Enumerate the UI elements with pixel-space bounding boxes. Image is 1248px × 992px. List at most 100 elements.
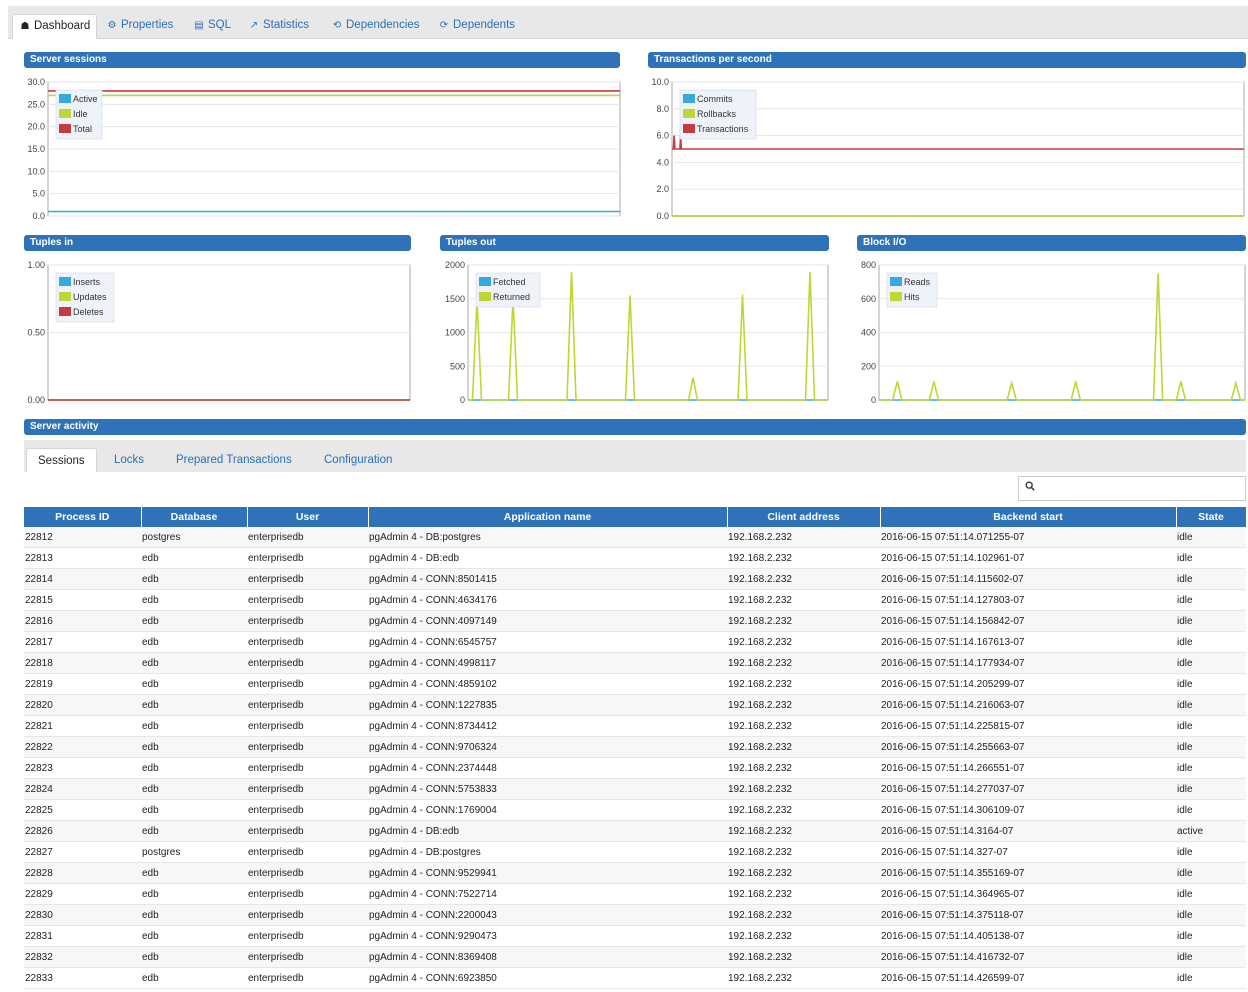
table-cell: edb xyxy=(141,715,247,737)
table-cell: pgAdmin 4 - CONN:2374448 xyxy=(368,757,727,779)
activity-search[interactable] xyxy=(1018,476,1246,501)
table-cell: 192.168.2.232 xyxy=(727,631,880,653)
legend-swatch xyxy=(59,292,71,301)
table-row[interactable]: 22831 edb enterprisedb pgAdmin 4 - CONN:929… xyxy=(24,925,1246,947)
column-header[interactable]: Client address xyxy=(727,507,881,527)
table-cell: edb xyxy=(141,547,247,569)
cogs-icon: ⚙ xyxy=(107,20,117,31)
column-header[interactable]: Database xyxy=(141,507,248,527)
chart-tuples-in: 0.00 0.50 1.00 Inserts Updates Deletes xyxy=(24,255,414,409)
table-cell: active xyxy=(1176,820,1246,842)
table-cell: 22823 xyxy=(24,757,141,779)
table-cell: enterprisedb xyxy=(247,799,368,821)
table-cell: edb xyxy=(141,757,247,779)
column-header[interactable]: Application name xyxy=(368,507,728,527)
table-row[interactable]: 22824 edb enterprisedb pgAdmin 4 - CONN:575… xyxy=(24,778,1246,800)
table-row[interactable]: 22829 edb enterprisedb pgAdmin 4 - CONN:752… xyxy=(24,883,1246,905)
table-row[interactable]: 22816 edb enterprisedb pgAdmin 4 - CONN:409… xyxy=(24,610,1246,632)
table-cell: 2016-06-15 07:51:14.306109-07 xyxy=(880,799,1176,821)
tab-statistics[interactable]: ↗ Statistics xyxy=(248,14,309,38)
table-row[interactable]: 22818 edb enterprisedb pgAdmin 4 - CONN:499… xyxy=(24,652,1246,674)
line-chart-icon: ↗ xyxy=(249,20,259,31)
legend-swatch xyxy=(59,307,71,316)
tab-dashboard[interactable]: ☗ Dashboard xyxy=(12,14,98,39)
column-header[interactable]: Process ID xyxy=(24,507,142,527)
tab-dependents[interactable]: ⟳ Dependents xyxy=(438,14,515,38)
table-cell: 22818 xyxy=(24,652,141,674)
table-row[interactable]: 22821 edb enterprisedb pgAdmin 4 - CONN:873… xyxy=(24,715,1246,737)
table-cell: idle xyxy=(1176,568,1246,590)
table-row[interactable]: 22819 edb enterprisedb pgAdmin 4 - CONN:485… xyxy=(24,673,1246,695)
table-cell: pgAdmin 4 - CONN:8501415 xyxy=(368,568,727,590)
panel-title-tuples-out: Tuples out xyxy=(440,235,829,251)
table-cell: 22819 xyxy=(24,673,141,695)
column-header[interactable]: State xyxy=(1176,507,1247,527)
table-cell: pgAdmin 4 - CONN:1769004 xyxy=(368,799,727,821)
column-header[interactable]: User xyxy=(247,507,369,527)
legend-swatch xyxy=(683,94,695,103)
table-row[interactable]: 22813 edb enterprisedb pgAdmin 4 - DB:edb 19… xyxy=(24,547,1246,569)
y-tick-label: 400 xyxy=(861,328,876,338)
table-cell: enterprisedb xyxy=(247,778,368,800)
table-cell: enterprisedb xyxy=(247,694,368,716)
table-cell: 2016-06-15 07:51:14.216063-07 xyxy=(880,694,1176,716)
table-cell: idle xyxy=(1176,862,1246,884)
tab-sql[interactable]: ▤ SQL xyxy=(193,14,231,38)
table-cell: edb xyxy=(141,862,247,884)
table-cell: idle xyxy=(1176,757,1246,779)
tab-prepared-transactions[interactable]: Prepared Transactions xyxy=(176,448,292,472)
table-cell: edb xyxy=(141,925,247,947)
table-cell: pgAdmin 4 - CONN:8369408 xyxy=(368,946,727,968)
panel-title-server-sessions: Server sessions xyxy=(24,52,620,68)
y-tick-label: 2000 xyxy=(445,260,465,270)
table-cell: edb xyxy=(141,904,247,926)
chart-block-io: 0 200 400 600 800 Reads Hits xyxy=(857,255,1248,409)
table-cell: idle xyxy=(1176,652,1246,674)
table-cell: 192.168.2.232 xyxy=(727,527,880,548)
table-cell: enterprisedb xyxy=(247,925,368,947)
legend-swatch xyxy=(59,124,71,133)
table-cell: pgAdmin 4 - DB:postgres xyxy=(368,527,727,548)
table-row[interactable]: 22815 edb enterprisedb pgAdmin 4 - CONN:463… xyxy=(24,589,1246,611)
tab-label: Dashboard xyxy=(34,20,91,32)
y-tick-label: 0.0 xyxy=(32,211,45,221)
legend-swatch xyxy=(890,277,902,286)
table-cell: 22827 xyxy=(24,841,141,863)
table-row[interactable]: 22820 edb enterprisedb pgAdmin 4 - CONN:122… xyxy=(24,694,1246,716)
search-input[interactable] xyxy=(1041,479,1245,500)
table-row[interactable]: 22828 edb enterprisedb pgAdmin 4 - CONN:952… xyxy=(24,862,1246,884)
table-row[interactable]: 22814 edb enterprisedb pgAdmin 4 - CONN:850… xyxy=(24,568,1246,590)
table-cell: edb xyxy=(141,610,247,632)
tab-locks[interactable]: Locks xyxy=(114,448,144,472)
table-row[interactable]: 22833 edb enterprisedb pgAdmin 4 - CONN:692… xyxy=(24,967,1246,989)
table-row[interactable]: 22817 edb enterprisedb pgAdmin 4 - CONN:654… xyxy=(24,631,1246,653)
y-tick-label: 1500 xyxy=(445,294,465,304)
legend-swatch xyxy=(683,124,695,133)
tab-configuration[interactable]: Configuration xyxy=(324,448,392,472)
table-row[interactable]: 22830 edb enterprisedb pgAdmin 4 - CONN:220… xyxy=(24,904,1246,926)
table-row[interactable]: 22823 edb enterprisedb pgAdmin 4 - CONN:237… xyxy=(24,757,1246,779)
tab-sessions[interactable]: Sessions xyxy=(26,448,97,472)
panel-title-transactions-per-second: Transactions per second xyxy=(648,52,1246,68)
table-cell: 192.168.2.232 xyxy=(727,904,880,926)
table-cell: 22824 xyxy=(24,778,141,800)
table-cell: 2016-06-15 07:51:14.375118-07 xyxy=(880,904,1176,926)
table-cell: enterprisedb xyxy=(247,589,368,611)
table-cell: idle xyxy=(1176,946,1246,968)
table-cell: edb xyxy=(141,631,247,653)
table-row[interactable]: 22832 edb enterprisedb pgAdmin 4 - CONN:836… xyxy=(24,946,1246,968)
table-cell: 192.168.2.232 xyxy=(727,778,880,800)
table-cell: 192.168.2.232 xyxy=(727,694,880,716)
table-row[interactable]: 22822 edb enterprisedb pgAdmin 4 - CONN:970… xyxy=(24,736,1246,758)
tab-dependencies[interactable]: ⟲ Dependencies xyxy=(331,14,420,38)
table-row[interactable]: 22827 postgres enterprisedb pgAdmin 4 - DB:… xyxy=(24,841,1246,863)
table-row[interactable]: 22812 postgres enterprisedb pgAdmin 4 - DB:… xyxy=(24,527,1246,548)
column-header[interactable]: Backend start xyxy=(880,507,1177,527)
table-cell: enterprisedb xyxy=(247,736,368,758)
table-cell: pgAdmin 4 - CONN:2200043 xyxy=(368,904,727,926)
table-cell: edb xyxy=(141,967,247,989)
table-cell: idle xyxy=(1176,673,1246,695)
table-row[interactable]: 22826 edb enterprisedb pgAdmin 4 - DB:edb 19… xyxy=(24,820,1246,842)
tab-properties[interactable]: ⚙ Properties xyxy=(106,14,174,38)
table-row[interactable]: 22825 edb enterprisedb pgAdmin 4 - CONN:176… xyxy=(24,799,1246,821)
